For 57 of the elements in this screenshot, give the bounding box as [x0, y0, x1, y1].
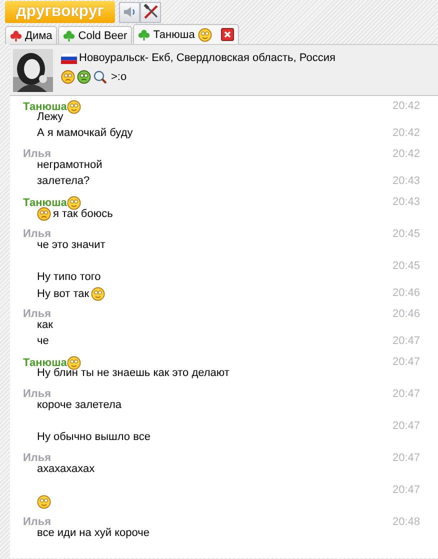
author-name: Илья [23, 308, 52, 320]
message-time: 20:42 [392, 100, 420, 112]
message-time: 20:47 [392, 484, 420, 496]
author-name: Илья [23, 228, 52, 240]
smiley-icon [198, 28, 212, 42]
message-text: Ну блин ты не знаешь как это делают [37, 367, 230, 380]
location-text: Новоуральск- Екб, Свердловская область, Россия [79, 52, 336, 64]
author-name: Илья [23, 388, 52, 400]
close-icon[interactable] [220, 28, 234, 41]
chat-tab[interactable]: Cold Beer [58, 26, 132, 44]
message-time: 20:47 [392, 452, 420, 464]
message-text: че [37, 335, 49, 348]
message-time: 20:47 [392, 388, 420, 400]
message-text: че это значит [37, 239, 106, 252]
speaker-icon [122, 6, 136, 18]
message-time: 20:43 [392, 175, 420, 187]
message-text: как [37, 319, 53, 332]
message-text: Лежу [37, 111, 64, 124]
message-text: ахахахахах [37, 463, 95, 476]
message-time: 20:48 [392, 516, 420, 528]
sad-face-icon [37, 207, 51, 221]
smiley-icon [91, 287, 106, 301]
chat-tab[interactable]: Танюша [133, 24, 239, 44]
settings-button[interactable] [140, 2, 161, 22]
author-name: Илья [23, 516, 52, 528]
chat-tab[interactable]: Дима [5, 26, 58, 44]
sad-face-icon [61, 70, 75, 84]
message-time: 20:42 [392, 127, 420, 139]
message-text: Ну вот так [37, 288, 90, 300]
tools-icon [142, 4, 158, 20]
flag-icon [61, 52, 77, 64]
message-time: 20:45 [392, 228, 420, 240]
message-text: короче залетела [37, 399, 122, 412]
message-time: 20:46 [392, 308, 420, 320]
message-text: залетела? [37, 175, 90, 188]
message-text: неграмотной [37, 159, 102, 172]
message-time: 20:43 [392, 196, 420, 208]
smiley-icon [66, 100, 81, 114]
message-time: 20:45 [392, 260, 420, 272]
message-time: 20:42 [392, 148, 420, 160]
message-text: все иди на хуй короче [37, 527, 150, 540]
message-text: Ну типо того [37, 271, 101, 284]
author-name: Танюша [23, 196, 81, 210]
author-name: Илья [23, 148, 52, 160]
status-text: >:o [111, 71, 127, 83]
author-name: Илья [23, 452, 52, 464]
smiley-icon [37, 495, 51, 509]
sick-face-icon [77, 70, 91, 84]
message-text: А я мамочкай буду [37, 127, 133, 140]
message-time: 20:47 [392, 335, 420, 347]
smiley-icon [66, 196, 81, 210]
message-time: 20:47 [392, 356, 420, 368]
message-time: 20:46 [392, 287, 420, 299]
message-time: 20:47 [392, 420, 420, 432]
message-text: Ну обычно вышло все [37, 431, 150, 444]
message-text: я так боюсь [53, 208, 113, 220]
magnifier-icon [93, 70, 107, 84]
